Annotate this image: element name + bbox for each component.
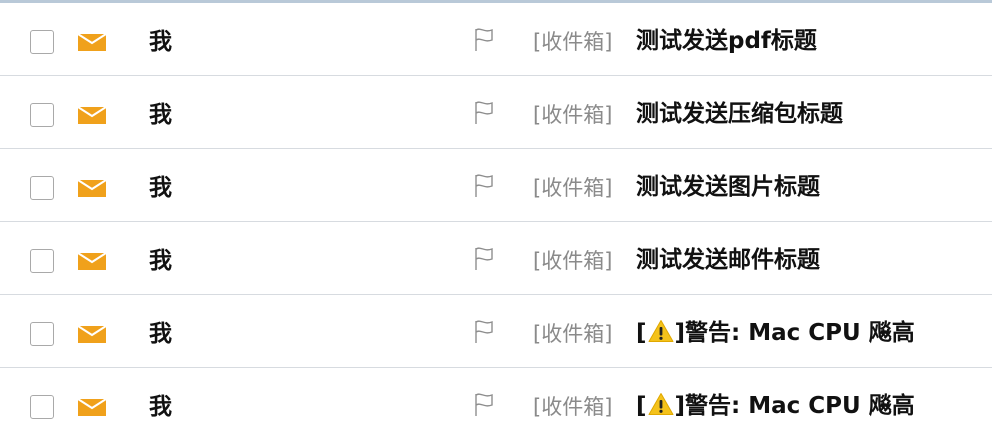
sender-name: 我 — [149, 102, 172, 128]
subject-bracket-open: [ — [636, 393, 647, 419]
sender-name: 我 — [149, 248, 172, 274]
subject-bracket-open: [ — [636, 320, 647, 346]
envelope-icon — [78, 326, 106, 343]
folder-label: [收件箱] — [533, 30, 613, 54]
mail-subject[interactable]: 测试发送压缩包标题 — [636, 99, 843, 129]
mail-row[interactable]: 我 [收件箱] 测试发送邮件标题 — [0, 222, 992, 295]
folder-label: [收件箱] — [533, 176, 613, 200]
mail-row[interactable]: 我 [收件箱] [ ]警告: Mac CPU 飚高 — [0, 295, 992, 368]
sender-name: 我 — [149, 29, 172, 55]
sender-name: 我 — [149, 175, 172, 201]
flag-icon[interactable] — [474, 174, 494, 198]
warning-icon — [648, 320, 674, 342]
envelope-icon — [78, 253, 106, 270]
envelope-icon — [78, 399, 106, 416]
mail-row[interactable]: 我 [收件箱] [ ]警告: Mac CPU 飚高 — [0, 368, 992, 441]
folder-label: [收件箱] — [533, 249, 613, 273]
warning-icon — [648, 393, 674, 415]
mail-subject[interactable]: 测试发送pdf标题 — [636, 26, 817, 56]
mail-row[interactable]: 我 [收件箱] 测试发送压缩包标题 — [0, 76, 992, 149]
select-checkbox[interactable] — [30, 249, 54, 273]
envelope-icon — [78, 34, 106, 51]
folder-label: [收件箱] — [533, 103, 613, 127]
sender-name: 我 — [149, 394, 172, 420]
select-checkbox[interactable] — [30, 176, 54, 200]
flag-icon[interactable] — [474, 247, 494, 271]
flag-icon[interactable] — [474, 393, 494, 417]
subject-text: ]警告: Mac CPU 飚高 — [674, 393, 915, 419]
select-checkbox[interactable] — [30, 395, 54, 419]
flag-icon[interactable] — [474, 320, 494, 344]
envelope-icon — [78, 180, 106, 197]
mail-subject[interactable]: 测试发送图片标题 — [636, 172, 820, 202]
select-checkbox[interactable] — [30, 30, 54, 54]
envelope-icon — [78, 107, 106, 124]
sender-name: 我 — [149, 321, 172, 347]
mail-subject[interactable]: 测试发送邮件标题 — [636, 245, 820, 275]
select-checkbox[interactable] — [30, 103, 54, 127]
mail-subject[interactable]: [ ]警告: Mac CPU 飚高 — [636, 391, 915, 421]
folder-label: [收件箱] — [533, 322, 613, 346]
flag-icon[interactable] — [474, 101, 494, 125]
flag-icon[interactable] — [474, 28, 494, 52]
folder-label: [收件箱] — [533, 395, 613, 419]
mail-subject[interactable]: [ ]警告: Mac CPU 飚高 — [636, 318, 915, 348]
mail-row[interactable]: 我 [收件箱] 测试发送图片标题 — [0, 149, 992, 222]
subject-text: ]警告: Mac CPU 飚高 — [674, 320, 915, 346]
mail-row[interactable]: 我 [收件箱] 测试发送pdf标题 — [0, 3, 992, 76]
select-checkbox[interactable] — [30, 322, 54, 346]
mail-list: 我 [收件箱] 测试发送pdf标题 我 [收件箱] 测试发送压缩包标题 我 [收… — [0, 3, 992, 441]
